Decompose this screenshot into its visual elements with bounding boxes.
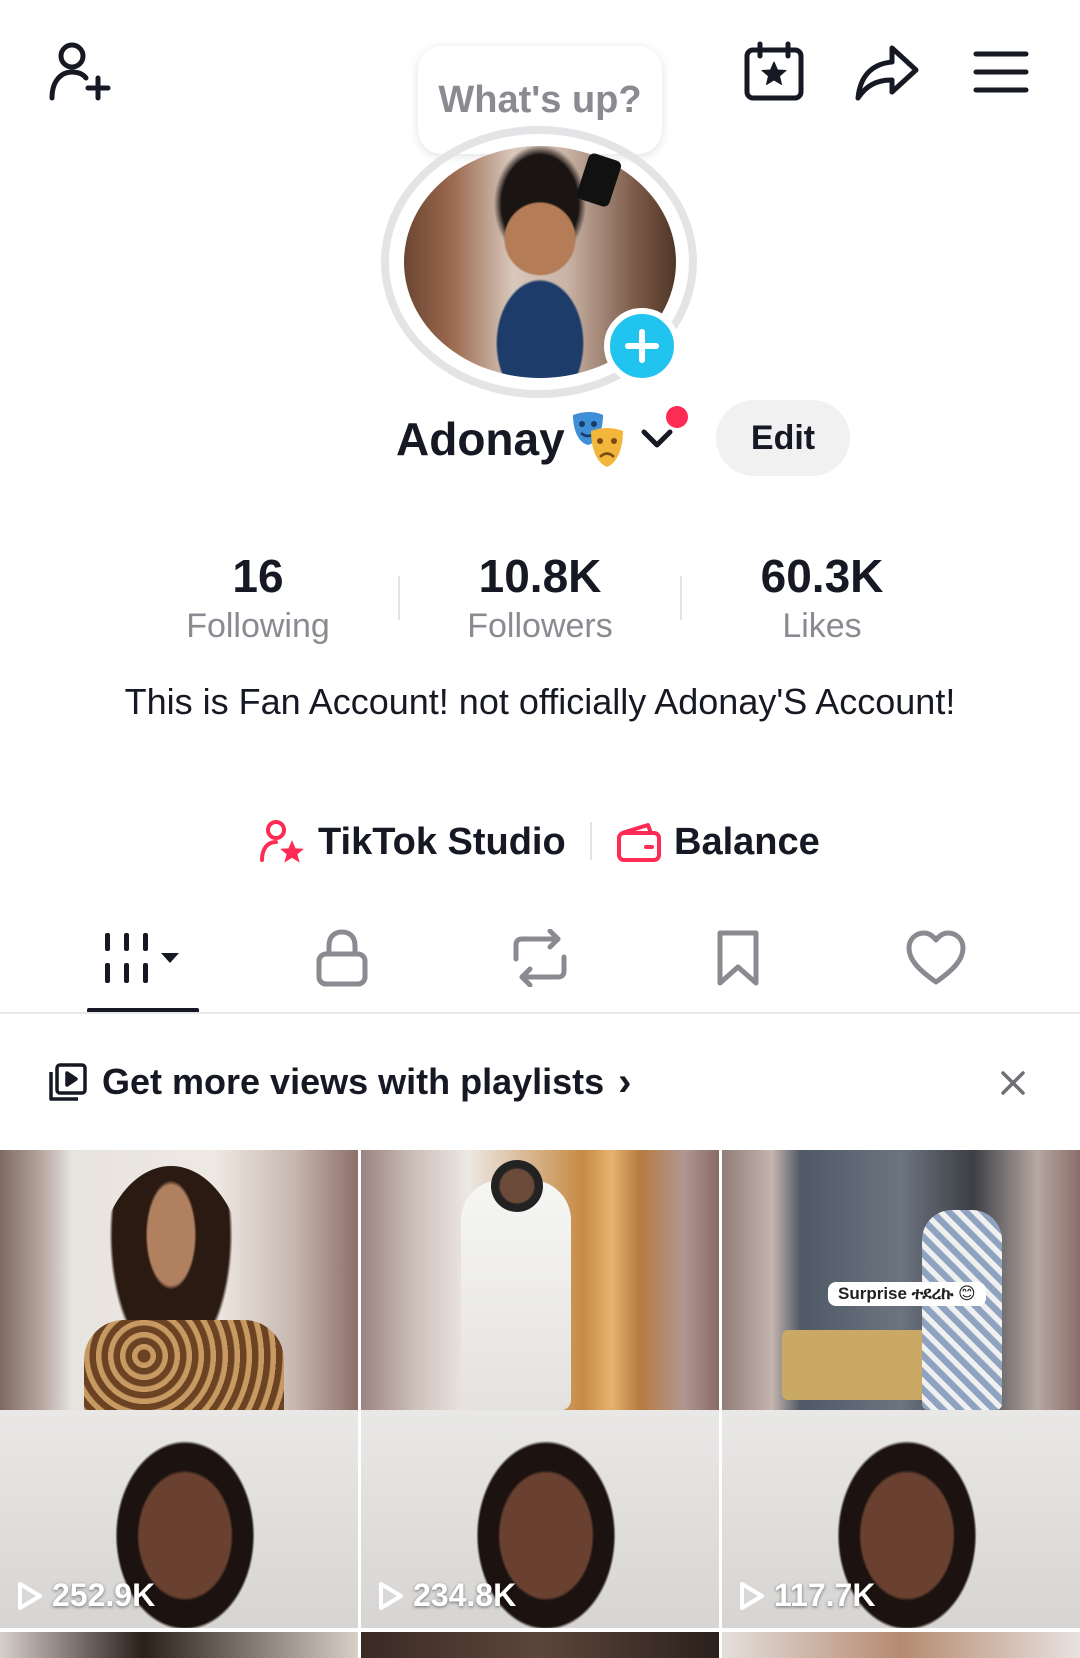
stats-divider — [680, 576, 682, 620]
view-count: 252.9K — [16, 1577, 155, 1614]
likes-count: 60.3K — [760, 550, 884, 602]
white-robe-figure — [461, 1180, 571, 1410]
following-count: 16 — [232, 550, 284, 602]
playlist-banner[interactable]: Get more views with playlists › — [48, 1052, 632, 1112]
followers-count: 10.8K — [478, 550, 602, 602]
notification-dot — [666, 406, 688, 428]
view-count: 117.7K — [738, 1577, 875, 1614]
calendar-star-icon — [744, 41, 804, 101]
account-switcher[interactable]: Adonay — [396, 404, 677, 474]
close-banner-button[interactable] — [992, 1062, 1034, 1104]
repost-icon — [513, 929, 567, 987]
menu-button[interactable] — [966, 36, 1036, 108]
add-friend-button[interactable] — [38, 32, 118, 112]
video-thumbnail[interactable] — [722, 1632, 1080, 1658]
video-thumbnail[interactable]: Surprise ተደረኩ 😊 117.7K — [722, 1150, 1080, 1628]
leopard-outfit — [84, 1320, 284, 1410]
tiktok-studio-link[interactable]: TikTok Studio — [258, 812, 566, 872]
chevron-right-icon: › — [618, 1059, 632, 1104]
theater-masks-icon — [569, 409, 627, 469]
tabs-divider — [0, 1012, 1080, 1014]
lock-icon — [316, 929, 368, 987]
balance-link[interactable]: Balance — [616, 812, 820, 872]
following-stat[interactable]: 16 Following — [138, 548, 378, 648]
person-plus-icon — [49, 42, 111, 101]
view-count: 234.8K — [377, 1577, 516, 1614]
wallet-icon — [617, 823, 661, 862]
profile-name: Adonay — [396, 413, 565, 465]
close-icon — [1001, 1071, 1025, 1095]
standing-person — [922, 1210, 1002, 1410]
creator-star-icon — [260, 820, 304, 863]
hamburger-menu-icon — [973, 51, 1029, 93]
plus-icon — [625, 329, 659, 363]
view-count-text: 252.9K — [52, 1577, 156, 1613]
tab-liked[interactable] — [876, 918, 996, 998]
following-label: Following — [186, 607, 330, 645]
likes-stat[interactable]: 60.3K Likes — [702, 548, 942, 648]
playlist-banner-text: Get more views with playlists — [102, 1061, 605, 1102]
tab-videos[interactable] — [86, 918, 206, 998]
share-button[interactable] — [850, 36, 924, 108]
heart-icon — [906, 930, 966, 985]
add-story-button[interactable] — [604, 308, 680, 384]
edit-profile-button[interactable]: Edit — [716, 400, 850, 476]
video-top-frame — [361, 1150, 719, 1410]
links-divider — [590, 822, 592, 860]
video-thumbnail[interactable]: 252.9K — [0, 1150, 358, 1628]
video-thumbnail[interactable] — [0, 1632, 358, 1658]
profile-bio[interactable]: This is Fan Account! not officially Adon… — [100, 676, 980, 728]
play-icon — [18, 1581, 42, 1610]
video-thumbnail[interactable] — [361, 1632, 719, 1658]
tab-saved[interactable] — [678, 918, 798, 998]
grid-videos-icon — [105, 933, 179, 983]
video-top-frame: Surprise ተደረኩ 😊 — [722, 1150, 1080, 1410]
likes-label: Likes — [782, 607, 862, 645]
followers-stat[interactable]: 10.8K Followers — [420, 548, 660, 648]
bookmark-icon — [717, 930, 759, 986]
balance-label: Balance — [674, 820, 820, 863]
view-count-text: 234.8K — [413, 1577, 517, 1613]
video-caption: Surprise ተደረኩ 😊 — [828, 1282, 986, 1306]
followers-label: Followers — [467, 607, 613, 645]
share-arrow-icon — [855, 45, 919, 101]
play-icon — [740, 1581, 764, 1610]
playlist-icon — [49, 1063, 87, 1101]
video-grid: 252.9K 234.8K Surprise ተደረኩ 😊 117.7K — [0, 1150, 1080, 1658]
tab-reposts[interactable] — [480, 918, 600, 998]
stats-divider — [398, 576, 400, 620]
person-head — [491, 1160, 543, 1212]
view-count-text: 117.7K — [774, 1577, 876, 1613]
video-thumbnail[interactable]: 234.8K — [361, 1150, 719, 1628]
tiktok-studio-label: TikTok Studio — [318, 820, 566, 863]
calendar-button[interactable] — [738, 36, 810, 108]
video-top-frame — [0, 1150, 358, 1410]
tab-private[interactable] — [282, 918, 402, 998]
play-icon — [379, 1581, 403, 1610]
